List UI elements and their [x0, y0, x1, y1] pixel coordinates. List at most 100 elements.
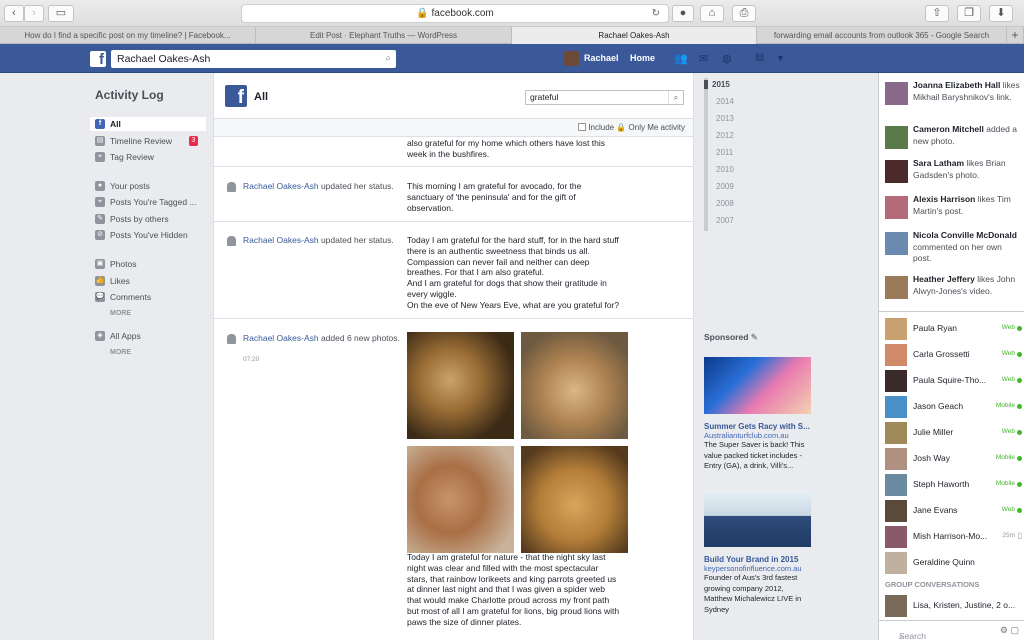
ad-title[interactable]: Build Your Brand in 2015 — [704, 555, 811, 564]
nav-label: Posts by others — [110, 214, 169, 224]
account-menu-icon[interactable]: ▼ — [776, 53, 785, 63]
reload-icon[interactable]: ↻ — [652, 5, 660, 22]
nav-item-posts-by-others[interactable]: ✎ Posts by others — [90, 212, 206, 226]
chat-contact[interactable]: Geraldine Quinn — [879, 551, 1024, 575]
chat-search-input[interactable]: ⌕ Search ⚙ ▢ — [879, 620, 1024, 640]
nav-item-timeline-review[interactable]: ▤ Timeline Review 3 — [90, 134, 206, 148]
new-tab-button[interactable]: + — [1007, 27, 1024, 44]
actor-link[interactable]: Rachael Oakes-Ash — [243, 181, 319, 191]
tab-2[interactable]: Edit Post · Elephant Truths — WordPress — [256, 27, 512, 44]
sidebar-button[interactable]: ▭ — [48, 5, 74, 22]
tag-icon: ⌖ — [95, 197, 105, 207]
year-link[interactable]: 2008 — [716, 199, 734, 208]
chat-contact[interactable]: Carla Grossetti Web — [879, 343, 1024, 367]
ad-title[interactable]: Summer Gets Racy with S... — [704, 422, 811, 431]
photo-icon: ▣ — [95, 259, 105, 269]
messages-icon[interactable]: ✉ — [699, 52, 708, 65]
tab-4[interactable]: forwarding email accounts from outlook 3… — [757, 27, 1007, 44]
ad-domain[interactable]: keypersonofinfluence.com.au — [704, 564, 811, 573]
year-link[interactable]: 2014 — [716, 97, 734, 106]
nav-item-posts-tagged[interactable]: ⌖ Posts You're Tagged ... — [90, 195, 206, 209]
tab-3[interactable]: Rachael Oakes-Ash — [512, 27, 757, 44]
lion-photo[interactable] — [407, 446, 514, 553]
print-button[interactable]: ⎙ — [732, 5, 756, 22]
downloads-button[interactable]: ⬇ — [989, 5, 1013, 22]
avatar[interactable] — [564, 51, 579, 66]
only-me-toggle[interactable]: Include 🔒 Only Me activity — [578, 123, 685, 132]
chat-contact[interactable]: Paula Ryan Web — [879, 317, 1024, 341]
friend-requests-icon[interactable]: 👥 — [674, 52, 688, 65]
year-link[interactable]: 2015 — [704, 80, 730, 89]
nav-item-photos[interactable]: ▣ Photos — [90, 257, 206, 271]
home-link[interactable]: Home — [630, 53, 655, 63]
ticker-name: Sara Latham — [913, 158, 965, 168]
lion-photo[interactable] — [407, 332, 514, 439]
chat-contact[interactable]: Steph Haworth Mobile — [879, 473, 1024, 497]
back-button[interactable]: ‹ — [4, 5, 24, 22]
lion-photo[interactable] — [521, 332, 628, 439]
activity-search-input[interactable]: grateful ⌕ — [525, 90, 684, 105]
print-icon: ⎙ — [739, 7, 749, 19]
year-link[interactable]: 2011 — [716, 148, 733, 157]
chat-contact[interactable]: Jane Evans Web — [879, 499, 1024, 523]
home-button[interactable]: ⌂ — [700, 5, 724, 22]
nav-item-posts-hidden[interactable]: ⊘ Posts You've Hidden — [90, 228, 206, 242]
ad-unit[interactable]: Build Your Brand in 2015 keypersonofinfl… — [704, 490, 811, 615]
nav-item-tag-review[interactable]: ⌖ Tag Review — [90, 150, 206, 164]
actor-link[interactable]: Rachael Oakes-Ash — [243, 235, 319, 245]
timestamp[interactable]: 07:20 — [243, 356, 259, 363]
contact-name: Jason Geach — [913, 401, 964, 411]
actor-line: Rachael Oakes-Ash added 6 new photos. — [243, 333, 403, 344]
chat-settings-icon[interactable]: ⚙ ▢ — [1000, 625, 1019, 636]
avatar — [885, 526, 907, 548]
avatar — [885, 448, 907, 470]
search-icon[interactable]: ⌕ — [385, 50, 391, 68]
tab-1[interactable]: How do I find a specific post on my time… — [0, 27, 256, 44]
address-bar[interactable]: 🔒 facebook.com ↻ — [241, 4, 669, 23]
privacy-shortcuts-icon[interactable]: ▤ — [755, 52, 764, 63]
nav-item-your-posts[interactable]: ● Your posts — [90, 179, 206, 193]
chat-contact[interactable]: Josh Way Mobile — [879, 447, 1024, 471]
ad-image[interactable] — [704, 490, 811, 547]
year-link[interactable]: 2009 — [716, 182, 734, 191]
facebook-header: f Rachael Oakes-Ash ⌕ Rachael Home 👥 ✉ ◍… — [0, 44, 1024, 73]
extension-button[interactable]: ● — [672, 5, 694, 22]
chat-contact[interactable]: Paula Squire-Tho... Web — [879, 369, 1024, 393]
year-link[interactable]: 2007 — [716, 216, 734, 225]
year-link[interactable]: 2013 — [716, 114, 734, 123]
ticker-text: Alexis Harrison likes Tim Martin's post. — [913, 194, 1021, 217]
facebook-logo[interactable]: f — [90, 51, 106, 68]
profile-link[interactable]: Rachael — [584, 53, 619, 63]
nav-item-comments[interactable]: 💬 Comments — [90, 290, 206, 304]
actor-link[interactable]: Rachael Oakes-Ash — [243, 333, 319, 343]
ticker-action: commented on her own post. — [913, 241, 1002, 264]
ticker-name: Cameron Mitchell — [913, 124, 984, 134]
year-link[interactable]: 2012 — [716, 131, 734, 140]
forward-button[interactable]: › — [24, 5, 44, 22]
chat-contact[interactable]: Jason Geach Mobile — [879, 395, 1024, 419]
actor-line: Rachael Oakes-Ash updated her status. — [243, 181, 403, 192]
more-link[interactable]: MORE — [110, 310, 131, 317]
checkbox[interactable] — [578, 123, 587, 131]
nav-item-likes[interactable]: 👍 Likes — [90, 274, 206, 288]
search-icon[interactable]: ⌕ — [668, 91, 683, 104]
avatar — [885, 595, 907, 617]
avatar — [885, 552, 907, 574]
group-conversation[interactable]: Lisa, Kristen, Justine, 2 o... — [879, 594, 1024, 618]
nav-item-all[interactable]: f All — [90, 117, 206, 131]
nav-label: Posts You've Hidden — [110, 230, 188, 240]
search-input[interactable]: Rachael Oakes-Ash ⌕ — [111, 50, 396, 68]
ad-image[interactable] — [704, 357, 811, 414]
ad-domain[interactable]: Australianturfclub.com.au — [704, 431, 811, 440]
chat-contact[interactable]: Mish Harrison-Mo... 25m ▯ — [879, 525, 1024, 549]
nav-item-all-apps[interactable]: ◈ All Apps — [90, 329, 206, 343]
more-link[interactable]: MORE — [110, 349, 131, 356]
avatar — [885, 276, 908, 299]
lion-photo[interactable] — [521, 446, 628, 553]
year-link[interactable]: 2010 — [716, 165, 734, 174]
ad-unit[interactable]: Summer Gets Racy with S... Australiantur… — [704, 357, 811, 472]
tabs-button[interactable]: ❐ — [957, 5, 981, 22]
notifications-icon[interactable]: ◍ — [722, 52, 732, 65]
share-button[interactable]: ⇧ — [925, 5, 949, 22]
chat-contact[interactable]: Julie Miller Web — [879, 421, 1024, 445]
